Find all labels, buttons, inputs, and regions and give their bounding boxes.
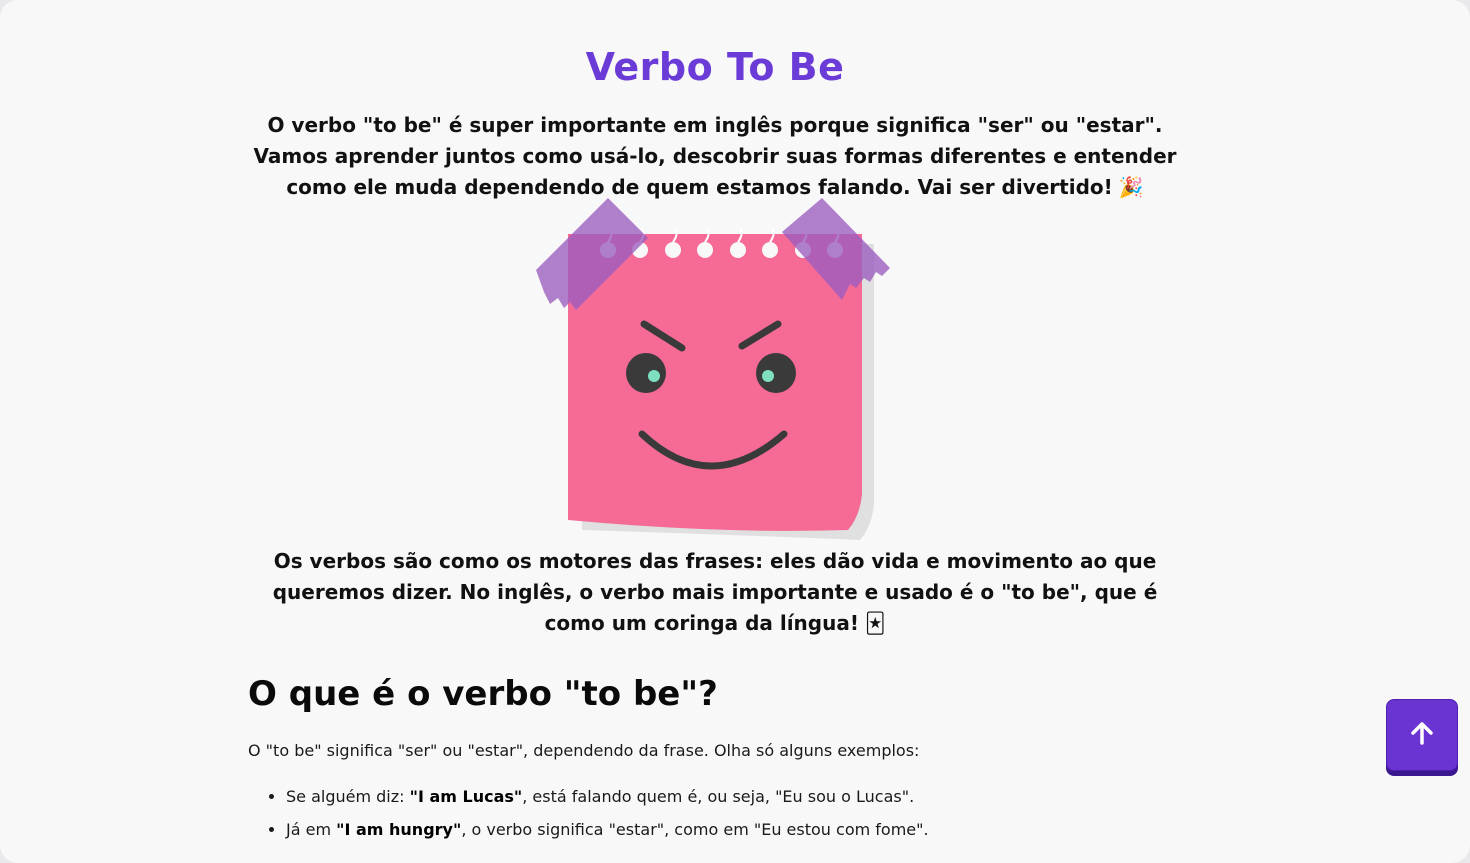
example-prefix: Se alguém diz: <box>286 787 410 806</box>
arrow-up-icon <box>1408 719 1436 751</box>
list-item: Já em "I am hungry", o verbo significa "… <box>286 819 929 840</box>
examples-list: Se alguém diz: "I am Lucas", está faland… <box>248 786 929 852</box>
example-prefix: Já em <box>286 820 337 839</box>
party-popper-icon: 🎉 <box>1118 175 1144 199</box>
back-to-top-button[interactable] <box>1386 699 1458 771</box>
example-phrase: "I am hungry" <box>336 820 462 839</box>
list-item: Se alguém diz: "I am Lucas", está faland… <box>286 786 929 807</box>
page-title: Verbo To Be <box>585 45 845 90</box>
outro-paragraph: Os verbos são como os motores das frases… <box>245 546 1185 639</box>
outro-text: Os verbos são como os motores das frases… <box>272 549 1158 635</box>
section-paragraph: O "to be" significa "ser" ou "estar", de… <box>248 741 920 760</box>
page: Verbo To Be O verbo "to be" é super impo… <box>0 0 1470 863</box>
section-heading: O que é o verbo "to be"? <box>248 674 718 714</box>
example-phrase: "I am Lucas" <box>409 787 523 806</box>
joker-card-icon: 🃏 <box>864 611 886 635</box>
sticky-note-face-icon <box>530 198 900 543</box>
intro-text: O verbo "to be" é super importante em in… <box>253 113 1177 199</box>
example-suffix: , o verbo significa "estar", como em "Eu… <box>461 820 929 839</box>
example-suffix: , está falando quem é, ou seja, "Eu sou … <box>522 787 915 806</box>
intro-paragraph: O verbo "to be" é super importante em in… <box>250 110 1180 203</box>
